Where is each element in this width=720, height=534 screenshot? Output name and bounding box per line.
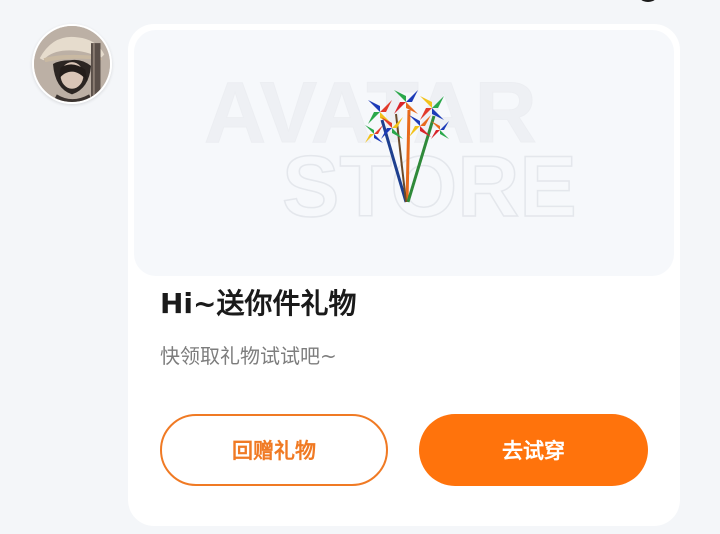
avatar-photo	[34, 26, 110, 102]
gift-banner: AVATAR STORE	[134, 30, 674, 276]
sender-avatar[interactable]	[32, 24, 112, 104]
gift-back-button[interactable]: 回赠礼物	[160, 414, 388, 486]
gift-message-card[interactable]: AVATAR STORE Hi~送你件礼物 快领取礼物试试吧~ 回赠礼物 去试穿	[128, 24, 680, 526]
try-on-button[interactable]: 去试穿	[419, 414, 648, 486]
chat-page: AVATAR STORE Hi~送你件礼物 快领取礼物试试吧~ 回赠礼物 去试穿	[0, 0, 720, 534]
banner-watermark-store: STORE	[282, 139, 577, 235]
gift-message-subtitle: 快领取礼物试试吧~	[160, 344, 337, 368]
top-corner-indicator	[636, 0, 660, 2]
gift-message-title: Hi~送你件礼物	[160, 287, 357, 320]
